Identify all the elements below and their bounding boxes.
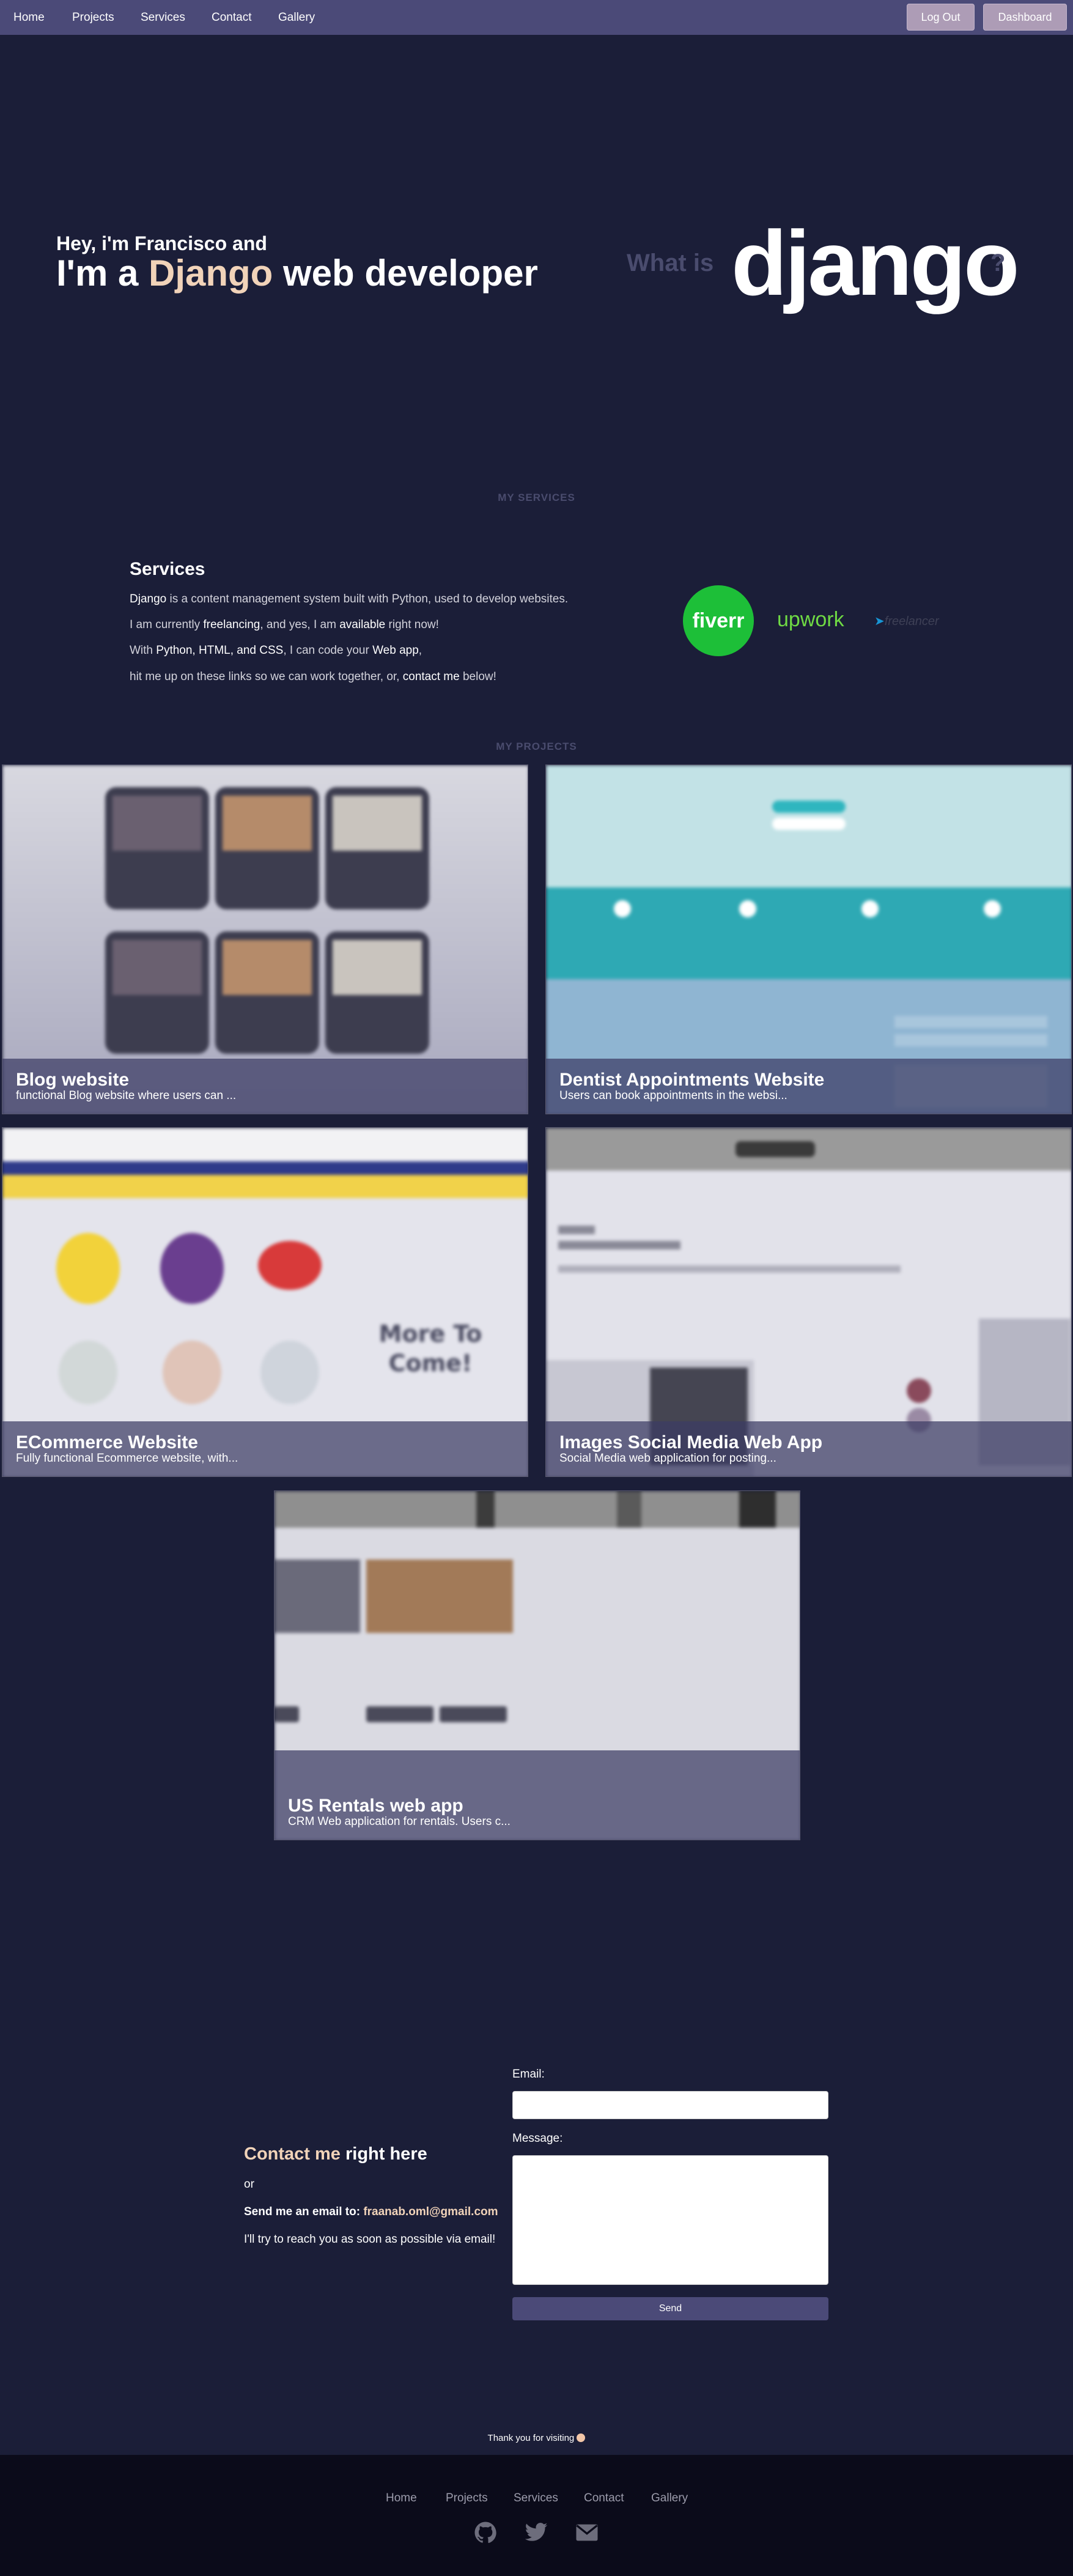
nav-contact-link[interactable]: Contact: [212, 11, 251, 24]
services-heading: Services: [130, 559, 205, 579]
upwork-logo-text: upwork: [777, 608, 844, 631]
footer-projects-link[interactable]: Projects: [446, 2492, 488, 2505]
project-description: Social Media web application for posting…: [559, 1452, 776, 1465]
project-title: Dentist Appointments Website: [559, 1070, 825, 1090]
services-line-2-e: right now!: [388, 618, 439, 631]
project-description: functional Blog website where users can …: [16, 1089, 237, 1102]
services-line-2-c: , and yes, I am: [260, 618, 336, 631]
services-line-4: hit me up on these links so we can work …: [130, 670, 496, 684]
twitter-icon[interactable]: [524, 2520, 548, 2545]
svg-text:More To: More To: [379, 1320, 482, 1347]
contact-heading-accent: Contact me: [244, 2144, 341, 2164]
hero-title: I'm a Django web developer: [56, 252, 538, 294]
services-line-3-c: , I can code your: [283, 644, 369, 657]
send-button[interactable]: Send: [512, 2297, 828, 2320]
services-line-3-a: With: [130, 644, 153, 657]
nav-projects-link[interactable]: Projects: [72, 11, 114, 24]
project-description: Fully functional Ecommerce website, with…: [16, 1452, 238, 1465]
freelancer-bird-icon: ➤: [874, 615, 885, 628]
project-card-images-social[interactable]: Images Social Media Web App Social Media…: [545, 1127, 1072, 1477]
project-card-us-rentals[interactable]: US Rentals web app CRM Web application f…: [274, 1490, 800, 1840]
services-line-3-e: ,: [418, 644, 422, 657]
services-line-1-text: is a content management system built wit…: [169, 593, 569, 605]
email-label: Email:: [512, 2068, 545, 2081]
message-label: Message:: [512, 2132, 563, 2145]
question-mark: ?: [990, 250, 1006, 276]
smile-emoji-icon: [577, 2434, 586, 2442]
services-line-2-a: I am currently: [130, 618, 201, 631]
thank-you-line: Thank you for visiting: [0, 2433, 1073, 2443]
fiverr-logo[interactable]: fiverr: [683, 585, 754, 656]
footer-gallery-link[interactable]: Gallery: [651, 2492, 688, 2505]
contact-email-address[interactable]: fraanab.oml@gmail.com: [363, 2205, 498, 2218]
contact-heading: Contact me right here: [244, 2144, 427, 2164]
services-line-2-d: available: [339, 618, 386, 631]
contact-me-link[interactable]: contact me: [403, 670, 460, 683]
services-line-3-b: Python, HTML, and CSS: [156, 644, 284, 657]
hero-title-prefix: I'm a: [56, 253, 139, 294]
services-section-label: MY SERVICES: [498, 492, 575, 503]
contact-reply-note: I'll try to reach you as soon as possibl…: [244, 2233, 496, 2246]
freelancer-logo[interactable]: ➤freelancer: [874, 613, 939, 629]
services-line-4-c: below!: [462, 670, 496, 683]
project-title: Images Social Media Web App: [559, 1432, 823, 1453]
contact-heading-rest: right here: [345, 2144, 427, 2164]
hero-title-suffix: web developer: [283, 253, 538, 294]
project-title: Blog website: [16, 1070, 130, 1090]
project-card-blog[interactable]: Blog website functional Blog website whe…: [2, 764, 528, 1114]
services-line-2: I am currently freelancing, and yes, I a…: [130, 618, 439, 632]
projects-section-label: MY PROJECTS: [496, 741, 577, 752]
footer-services-link[interactable]: Services: [514, 2492, 558, 2505]
footer: Home Projects Services Contact Gallery: [0, 2455, 1073, 2576]
contact-or: or: [244, 2178, 254, 2191]
what-is-text: What is: [627, 250, 714, 276]
contact-email-line: Send me an email to: fraanab.oml@gmail.c…: [244, 2205, 498, 2219]
project-card-ecommerce[interactable]: More To Come! ECommerce Website Fully fu…: [2, 1127, 528, 1477]
hero-title-accent: Django: [149, 253, 273, 294]
django-logo: django: [731, 212, 1020, 314]
nav-services-link[interactable]: Services: [141, 11, 185, 24]
nav-gallery-link[interactable]: Gallery: [278, 11, 315, 24]
footer-home-link[interactable]: Home: [386, 2492, 417, 2505]
email-input[interactable]: [512, 2091, 828, 2119]
freelancer-logo-text: freelancer: [884, 615, 939, 628]
project-title: US Rentals web app: [288, 1796, 463, 1816]
github-icon[interactable]: [473, 2520, 498, 2545]
services-line-3-d: Web app: [372, 644, 419, 657]
thank-you-text: Thank you for visiting: [487, 2433, 575, 2443]
services-line-2-b: freelancing: [203, 618, 260, 631]
upwork-logo[interactable]: upwork: [777, 608, 844, 632]
services-line-4-a: hit me up on these links so we can work …: [130, 670, 400, 683]
logout-button[interactable]: Log Out: [907, 4, 975, 31]
contact-email-prefix: Send me an email to:: [244, 2205, 361, 2218]
project-card-dentist[interactable]: Dentist Appointments Website Users can b…: [545, 764, 1072, 1114]
project-description: Users can book appointments in the websi…: [559, 1089, 787, 1102]
project-description: CRM Web application for rentals. Users c…: [288, 1815, 511, 1828]
django-word: Django: [130, 593, 167, 605]
svg-text:Come!: Come!: [389, 1350, 473, 1377]
message-textarea[interactable]: [512, 2155, 828, 2285]
dashboard-button[interactable]: Dashboard: [983, 4, 1067, 31]
navbar: Home Projects Services Contact Gallery L…: [0, 0, 1073, 35]
footer-contact-link[interactable]: Contact: [584, 2492, 624, 2505]
services-line-1: Django is a content management system bu…: [130, 593, 568, 606]
nav-home-link[interactable]: Home: [13, 11, 45, 24]
envelope-icon[interactable]: [575, 2520, 599, 2545]
services-line-3: With Python, HTML, and CSS, I can code y…: [130, 644, 422, 657]
project-title: ECommerce Website: [16, 1432, 198, 1453]
